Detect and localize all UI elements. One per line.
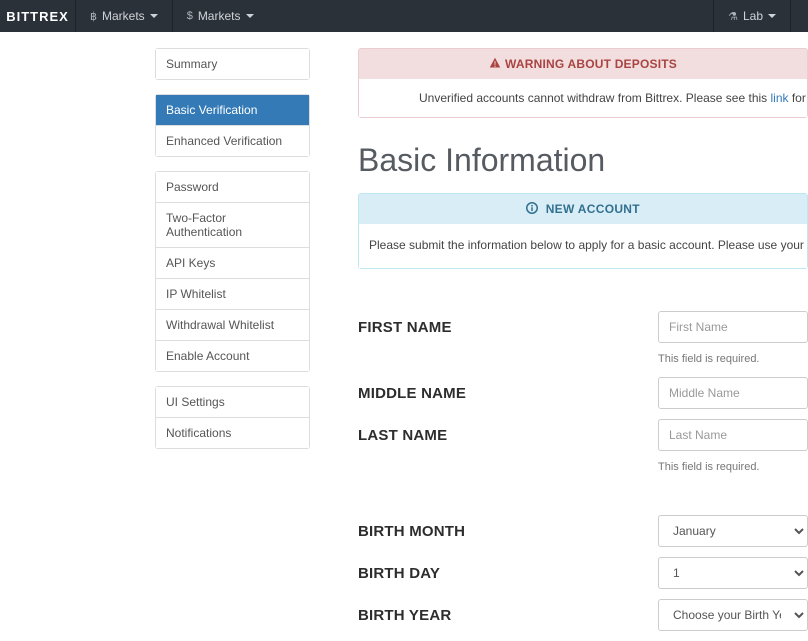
last-name-input[interactable] xyxy=(658,419,808,451)
flask-icon: ⚗ xyxy=(728,10,738,23)
sidebar-group-summary: Summary xyxy=(155,48,310,80)
sidebar-item-notifications[interactable]: Notifications xyxy=(156,417,309,448)
new-account-panel: NEW ACCOUNT Please submit the informatio… xyxy=(358,193,808,269)
sidebar-item-api-keys[interactable]: API Keys xyxy=(156,247,309,278)
sidebar-group-preferences: UI Settings Notifications xyxy=(155,386,310,449)
sidebar-item-withdrawal-whitelist[interactable]: Withdrawal Whitelist xyxy=(156,309,309,340)
main-content: WARNING ABOUT DEPOSITS Unverified accoun… xyxy=(310,48,808,641)
last-name-help: This field is required. xyxy=(658,461,808,473)
middle-name-label: MIDDLE NAME xyxy=(358,385,658,402)
last-name-label: LAST NAME xyxy=(358,427,658,444)
sidebar-item-enhanced-verification[interactable]: Enhanced Verification xyxy=(156,125,309,156)
nav-markets-usd[interactable]: $ Markets xyxy=(172,0,268,32)
deposit-warning-alert: WARNING ABOUT DEPOSITS Unverified accoun… xyxy=(358,48,808,118)
sidebar-item-ip-whitelist[interactable]: IP Whitelist xyxy=(156,278,309,309)
chevron-down-icon xyxy=(768,14,776,18)
alert-title: WARNING ABOUT DEPOSITS xyxy=(359,49,807,79)
nav-markets-btc[interactable]: ฿ Markets xyxy=(75,0,172,32)
sidebar-item-summary[interactable]: Summary xyxy=(156,49,309,79)
birth-year-label: BIRTH YEAR xyxy=(358,607,658,624)
btc-icon: ฿ xyxy=(90,10,97,23)
birth-month-label: BIRTH MONTH xyxy=(358,523,658,540)
top-navbar: BITTREX ฿ Markets $ Markets ⚗ Lab xyxy=(0,0,808,32)
sidebar-item-basic-verification[interactable]: Basic Verification xyxy=(156,95,309,125)
first-name-input[interactable] xyxy=(658,311,808,343)
nav-label: Markets xyxy=(102,9,145,23)
nav-label: Markets xyxy=(198,9,241,23)
panel-body: Please submit the information below to a… xyxy=(359,224,807,268)
sidebar-group-security: Password Two-Factor Authentication API K… xyxy=(155,171,310,372)
chevron-down-icon xyxy=(150,14,158,18)
sidebar-item-enable-account[interactable]: Enable Account xyxy=(156,340,309,371)
middle-name-input[interactable] xyxy=(658,377,808,409)
nav-lab[interactable]: ⚗ Lab xyxy=(713,0,790,32)
first-name-help: This field is required. xyxy=(658,353,808,365)
sidebar-item-password[interactable]: Password xyxy=(156,172,309,202)
warning-link[interactable]: link xyxy=(771,91,789,105)
sidebar-item-ui-settings[interactable]: UI Settings xyxy=(156,387,309,417)
panel-title: NEW ACCOUNT xyxy=(359,194,807,224)
sidebar-group-verification: Basic Verification Enhanced Verification xyxy=(155,94,310,157)
birth-month-select[interactable]: January xyxy=(658,515,808,547)
info-icon xyxy=(526,202,538,214)
birth-day-select[interactable]: 1 xyxy=(658,557,808,589)
basic-info-form: FIRST NAME This field is required. MIDDL… xyxy=(358,311,808,631)
first-name-label: FIRST NAME xyxy=(358,319,658,336)
nav-overflow[interactable] xyxy=(790,0,808,32)
sidebar-item-two-factor[interactable]: Two-Factor Authentication xyxy=(156,202,309,247)
warning-icon xyxy=(489,57,501,69)
brand-logo[interactable]: BITTREX xyxy=(0,0,75,32)
settings-sidebar: Summary Basic Verification Enhanced Veri… xyxy=(0,48,310,641)
birth-year-select[interactable]: Choose your Birth Year ... xyxy=(658,599,808,631)
nav-label: Lab xyxy=(743,9,763,23)
page-title: Basic Information xyxy=(358,142,808,179)
alert-body: Unverified accounts cannot withdraw from… xyxy=(359,79,807,117)
chevron-down-icon xyxy=(246,14,254,18)
dollar-icon: $ xyxy=(187,10,193,22)
birth-day-label: BIRTH DAY xyxy=(358,565,658,582)
